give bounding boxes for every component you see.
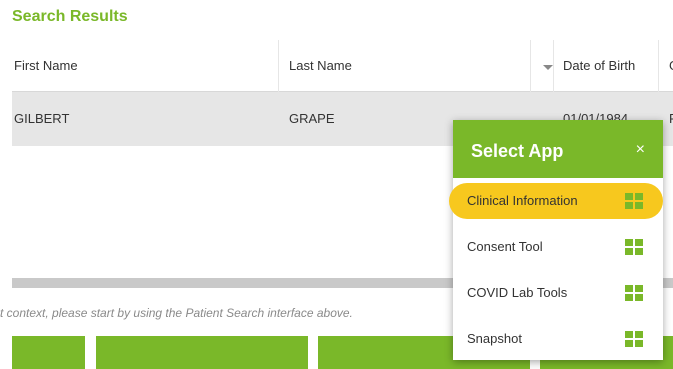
column-divider xyxy=(658,40,659,92)
column-divider xyxy=(278,40,279,92)
table-header: First Name Last Name Date of Birth G xyxy=(12,40,673,92)
select-app-dialog: Select App × Clinical Information Consen… xyxy=(449,120,663,360)
patient-context-hint: t context, please start by using the Pat… xyxy=(0,306,353,320)
app-label: COVID Lab Tools xyxy=(467,285,568,300)
cell-gender: F xyxy=(669,111,673,126)
action-button-2[interactable] xyxy=(96,336,308,369)
column-divider xyxy=(530,40,531,92)
grid-icon xyxy=(625,239,643,255)
column-header-date-of-birth[interactable]: Date of Birth xyxy=(563,40,658,92)
dialog-header: Select App × xyxy=(453,120,663,178)
column-header-last-name[interactable]: Last Name xyxy=(289,40,529,92)
app-item-consent-tool[interactable]: Consent Tool xyxy=(449,229,663,265)
search-results-title: Search Results xyxy=(12,8,128,25)
grid-icon xyxy=(625,331,643,347)
cell-first-name: GILBERT xyxy=(14,111,70,126)
action-button-1[interactable] xyxy=(12,336,85,369)
grid-icon xyxy=(625,285,643,301)
column-header-gender[interactable]: G xyxy=(669,40,673,92)
column-header-first-name[interactable]: First Name xyxy=(14,40,274,92)
column-divider xyxy=(553,40,554,92)
app-item-clinical-information[interactable]: Clinical Information xyxy=(449,183,663,219)
dialog-title: Select App xyxy=(471,141,564,161)
app-item-snapshot[interactable]: Snapshot xyxy=(449,321,663,357)
close-icon[interactable]: × xyxy=(636,120,645,178)
grid-icon xyxy=(625,193,643,209)
app-label: Clinical Information xyxy=(467,193,578,208)
app-label: Consent Tool xyxy=(467,239,543,254)
app-label: Snapshot xyxy=(467,331,522,346)
app-item-covid-lab-tools[interactable]: COVID Lab Tools xyxy=(449,275,663,311)
sort-dropdown-icon[interactable] xyxy=(543,65,553,70)
